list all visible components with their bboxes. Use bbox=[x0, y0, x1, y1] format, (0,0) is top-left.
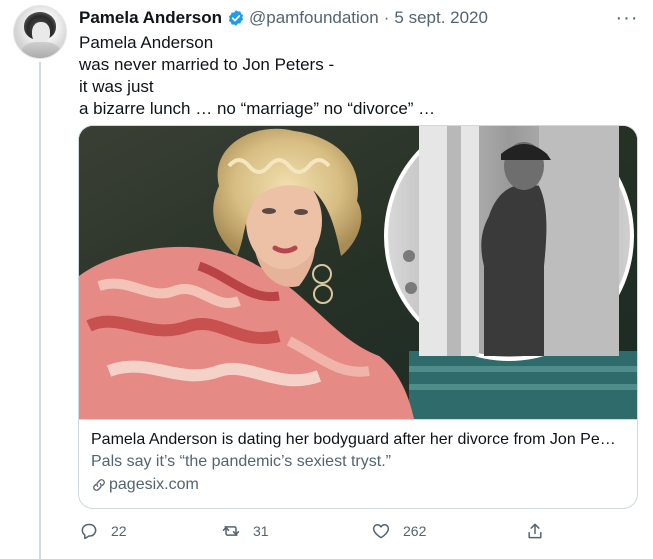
reply-icon bbox=[81, 523, 97, 540]
card-title[interactable]: Pamela Anderson is dating her bodyguard … bbox=[91, 430, 627, 450]
verified-badge-icon bbox=[228, 10, 244, 26]
avatar-face bbox=[32, 22, 50, 44]
retweet-button[interactable]: 31 bbox=[221, 519, 269, 543]
more-options-icon[interactable]: ··· bbox=[612, 7, 642, 29]
avatar-body bbox=[22, 42, 60, 58]
avatar[interactable] bbox=[13, 5, 67, 59]
like-count: 262 bbox=[403, 523, 427, 539]
retweet-icon bbox=[222, 526, 240, 536]
author-handle[interactable]: @pamfoundation bbox=[249, 8, 379, 28]
reply-count: 22 bbox=[111, 523, 127, 539]
tweet-date[interactable]: 5 sept. 2020 bbox=[394, 8, 488, 28]
tweet-text-line: Pamela Anderson bbox=[79, 33, 214, 52]
author-display-name[interactable]: Pamela Anderson bbox=[79, 8, 222, 28]
card-meta: Pamela Anderson is dating her bodyguard … bbox=[79, 419, 637, 508]
tweet-text-line: was never married to Jon Peters - bbox=[79, 55, 335, 74]
heart-icon bbox=[372, 524, 390, 539]
tweet-header: Pamela Anderson @pamfoundation · 5 sept.… bbox=[79, 7, 488, 29]
header-separator: · bbox=[383, 8, 390, 27]
tweet-text-line: a bizarre lunch … no “marriage” no “divo… bbox=[79, 99, 436, 118]
share-button[interactable] bbox=[525, 519, 557, 543]
share-icon bbox=[528, 523, 542, 539]
tweet-actions: 22 31 262 bbox=[79, 519, 549, 543]
thread-connector-line bbox=[39, 62, 41, 559]
link-preview-card[interactable]: Pamela Anderson is dating her bodyguard … bbox=[78, 125, 638, 509]
card-domain[interactable]: pagesix.com bbox=[91, 475, 627, 495]
tweet-text-line: it was just bbox=[79, 77, 154, 96]
retweet-count: 31 bbox=[253, 523, 269, 539]
reply-button[interactable]: 22 bbox=[79, 519, 127, 543]
card-photo-illustration bbox=[79, 126, 637, 419]
like-button[interactable]: 262 bbox=[371, 519, 426, 543]
tweet-text: Pamela Anderson was never married to Jon… bbox=[79, 32, 619, 120]
card-image bbox=[79, 126, 637, 419]
link-icon bbox=[93, 479, 105, 491]
card-description: Pals say it’s “the pandemic’s sexiest tr… bbox=[91, 453, 391, 470]
card-domain-text: pagesix.com bbox=[109, 476, 199, 493]
